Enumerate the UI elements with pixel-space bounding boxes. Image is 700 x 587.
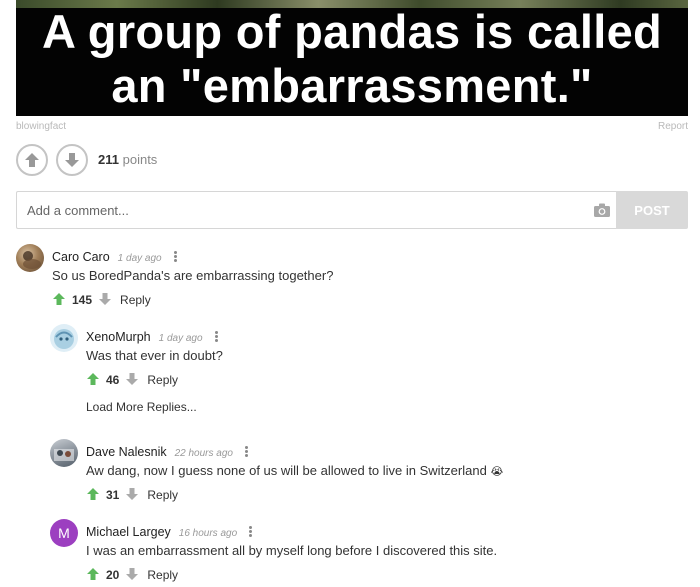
arrow-up-icon [25,153,39,167]
avatar-photo-icon [23,251,41,269]
post-meta-row: blowingfact Report [16,121,688,135]
vote-count: 145 [72,293,93,307]
comment-header: Dave Nalesnik 22 hours ago [86,443,248,459]
points-label: points [122,152,158,167]
arrow-down-icon [65,153,79,167]
avatar-letter: M [58,525,70,541]
comment-time: 1 day ago [117,253,162,264]
more-options-icon[interactable] [249,526,253,537]
more-options-icon[interactable] [214,331,218,342]
comment-input[interactable] [16,191,616,229]
camera-icon[interactable] [593,202,611,218]
avatar[interactable] [50,439,78,467]
load-more-replies-link[interactable]: Load More Replies... [86,400,197,414]
comment-header: Caro Caro 1 day ago [52,248,177,264]
comment-author[interactable]: Caro Caro [52,250,110,264]
image-caption-line-1: A group of pandas is called [41,5,663,58]
arrow-down-icon[interactable] [98,292,112,306]
arrow-down-icon[interactable] [125,567,139,581]
post-comment-button[interactable]: POST [616,191,688,229]
comment-text: So us BoredPanda's are embarrassing toge… [52,268,334,283]
vote-count: 31 [106,488,120,502]
arrow-up-icon[interactable] [86,487,100,501]
comment-actions: 46 Reply [86,372,178,387]
comment-text: I was an embarrassment all by myself lon… [86,543,498,558]
comment-actions: 31 Reply [86,487,178,502]
arrow-up-icon[interactable] [86,567,100,581]
reply-link[interactable]: Reply [120,293,151,307]
post-source-link[interactable]: blowingfact [16,121,66,132]
image-caption-line-2: an "embarrassment." [111,59,593,112]
more-options-icon[interactable] [244,446,248,457]
comment-text-body: Aw dang, now I guess none of us will be … [86,463,487,478]
arrow-up-icon[interactable] [52,292,66,306]
comment-header: XenoMurph 1 day ago [86,328,218,344]
upvote-button[interactable] [16,144,48,176]
points-value: 211 [98,152,119,167]
arrow-down-icon[interactable] [125,487,139,501]
crying-face-emoji-icon: 😭 [490,466,504,478]
comment-author[interactable]: XenoMurph [86,330,151,344]
avatar[interactable]: M [50,519,78,547]
comment-actions: 20 Reply [86,567,178,582]
reply-link[interactable]: Reply [147,373,178,387]
avatar-photo-icon [54,449,74,461]
vote-count: 20 [106,568,120,582]
comment-author[interactable]: Michael Largey [86,525,171,539]
more-options-icon[interactable] [173,251,177,262]
points-count: 211 points [98,152,157,167]
avatar[interactable] [50,324,78,352]
comment-author[interactable]: Dave Nalesnik [86,445,167,459]
avatar[interactable] [16,244,44,272]
downvote-button[interactable] [56,144,88,176]
comment-text: Was that ever in doubt? [86,348,223,363]
comment-text: Aw dang, now I guess none of us will be … [86,463,503,478]
comment-time: 1 day ago [158,333,203,344]
comment-header: Michael Largey 16 hours ago [86,523,253,539]
comment-reply: Dave Nalesnik 22 hours ago Aw dang, now I… [50,439,690,509]
comment: Caro Caro 1 day ago So us BoredPanda's ar… [16,244,676,314]
report-link[interactable]: Report [658,121,688,132]
reply-link[interactable]: Reply [147,568,178,582]
comment-reply: M Michael Largey 16 hours ago I was an em… [50,519,690,587]
arrow-up-icon[interactable] [86,372,100,386]
comment-form: POST [16,191,688,229]
comment-time: 16 hours ago [178,528,238,539]
comment-time: 22 hours ago [174,448,233,459]
comment-reply: XenoMurph 1 day ago Was that ever in doub… [50,324,670,394]
avatar-photo-icon [54,329,74,349]
reply-link[interactable]: Reply [147,488,178,502]
vote-count: 46 [106,373,120,387]
comment-actions: 145 Reply [52,292,151,307]
arrow-down-icon[interactable] [125,372,139,386]
post-vote-row: 211 points [16,144,316,178]
post-image: A group of pandas is called an "embarras… [16,0,688,116]
